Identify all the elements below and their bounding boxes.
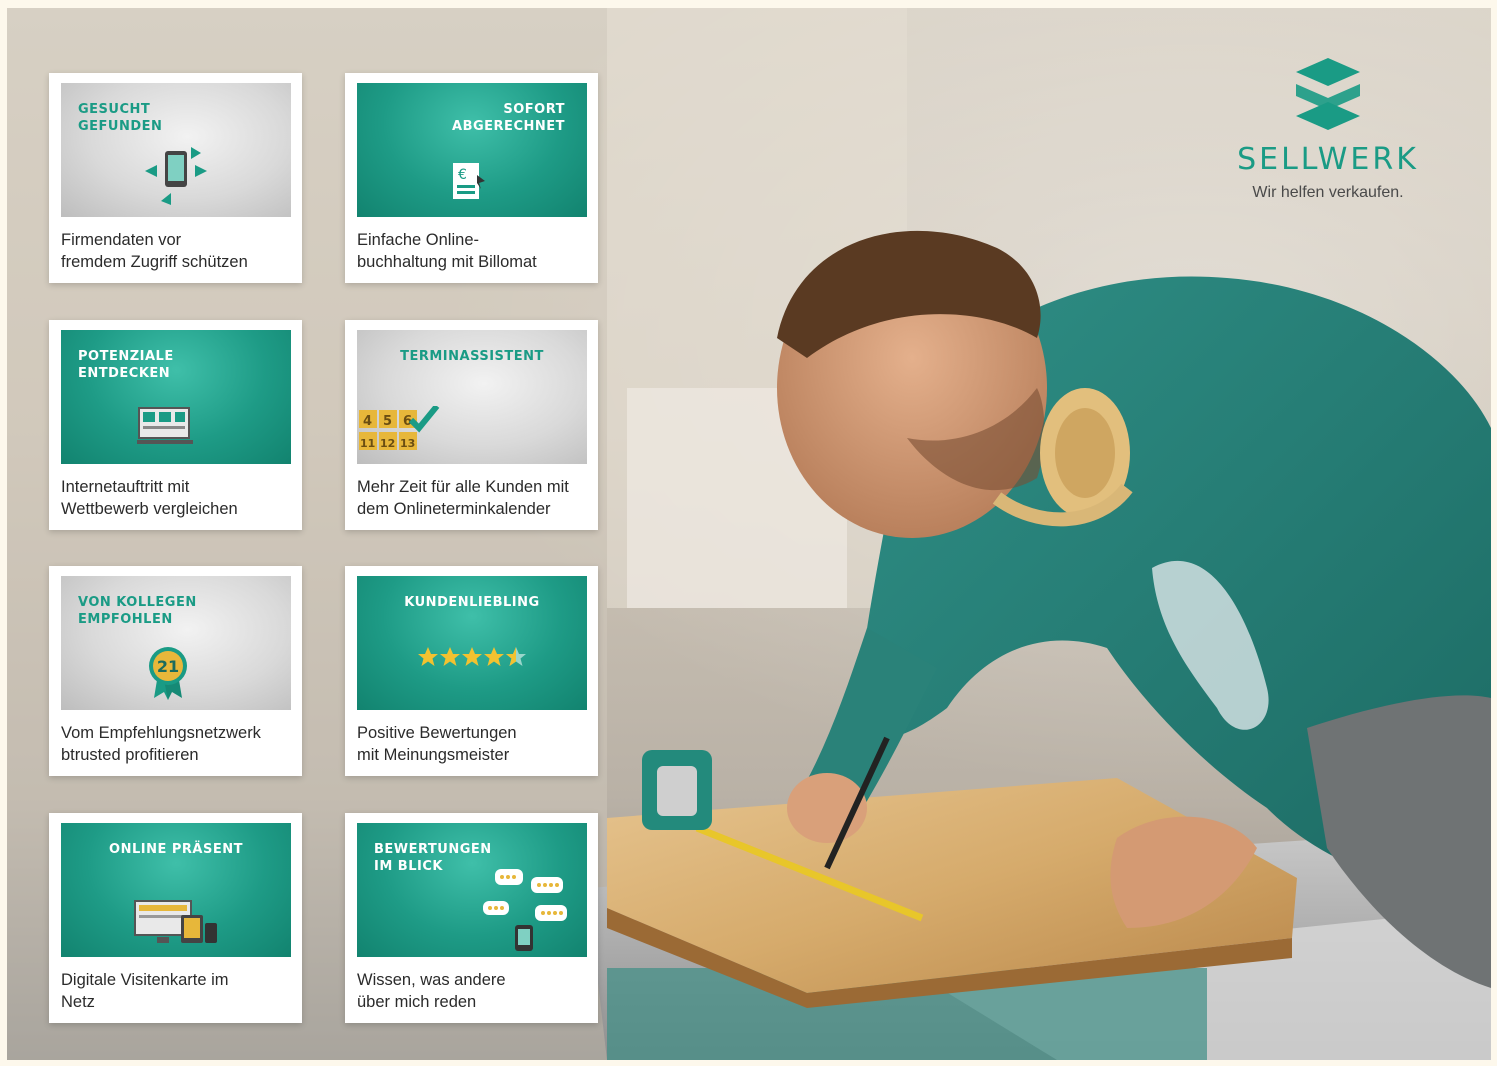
feature-title: SOFORT ABGERECHNET [452, 102, 565, 134]
feature-tile: ONLINE PRÄSENT [61, 823, 291, 957]
calendar-day: 11 [360, 437, 375, 450]
feature-card-potenziale-entdecken[interactable]: POTENZIALE ENTDECKEN Internetauftritt mi… [49, 320, 302, 530]
feature-title: ONLINE PRÄSENT [109, 842, 243, 857]
star-rating-icon [418, 647, 526, 666]
feature-card-terminassistent[interactable]: TERMINASSISTENT 4 5 6 11 12 13 Mehr Zeit… [345, 320, 598, 530]
feature-tile: VON KOLLEGEN EMPFOHLEN 21 [61, 576, 291, 710]
feature-caption: Mehr Zeit für alle Kunden mit dem Online… [357, 478, 569, 518]
feature-card-kundenliebling[interactable]: KUNDENLIEBLING Positive Bewertungen mit … [345, 566, 598, 776]
svg-text:€: € [458, 167, 467, 183]
review-bubbles-icon [483, 869, 567, 951]
brand-name: SELLWERK [1237, 142, 1419, 177]
euro-invoice-icon: € [453, 163, 485, 199]
feature-title: VON KOLLEGEN EMPFOHLEN [78, 595, 197, 627]
brand-tagline: Wir helfen verkaufen. [1252, 184, 1404, 201]
smartphone-arrows-icon [145, 147, 207, 205]
feature-caption: Firmendaten vor fremdem Zugriff schützen [61, 231, 248, 271]
feature-caption: Positive Bewertungen mit Meinungsmeister [357, 724, 517, 764]
feature-card-von-kollegen-empfohlen[interactable]: VON KOLLEGEN EMPFOHLEN 21 Vom Empfehlung… [49, 566, 302, 776]
feature-tile: SOFORT ABGERECHNET € [357, 83, 587, 217]
calendar-check-icon: 4 5 6 11 12 13 [359, 406, 440, 450]
feature-tile: GESUCHT GEFUNDEN [61, 83, 291, 217]
feature-title: POTENZIALE ENTDECKEN [78, 349, 174, 381]
feature-tile: KUNDENLIEBLING [357, 576, 587, 710]
feature-caption: Internetauftritt mit Wettbewerb vergleic… [61, 478, 238, 518]
calendar-day: 12 [380, 437, 395, 450]
feature-title: KUNDENLIEBLING [404, 595, 540, 610]
feature-tile: TERMINASSISTENT 4 5 6 11 12 13 [357, 330, 587, 464]
feature-card-sofort-abgerechnet[interactable]: SOFORT ABGERECHNET € Einfache Online- bu… [345, 73, 598, 283]
devices-icon [134, 900, 217, 943]
feature-card-gesucht-gefunden[interactable]: GESUCHT GEFUNDEN Firmendaten vor fremdem… [49, 73, 302, 283]
sellwerk-s-logo-icon [1296, 58, 1360, 130]
feature-card-bewertungen-im-blick[interactable]: BEWERTUNGEN IM BLICK Wissen, was andere … [345, 813, 598, 1023]
badge-number: 21 [157, 657, 179, 676]
calendar-day: 5 [383, 414, 392, 429]
feature-title: GESUCHT GEFUNDEN [78, 102, 163, 134]
advertisement-poster: SELLWERK Wir helfen verkaufen. GESUCHT G… [7, 8, 1491, 1060]
feature-title: TERMINASSISTENT [400, 349, 544, 364]
feature-card-online-praesent[interactable]: ONLINE PRÄSENT Digitale Visitenkarte im … [49, 813, 302, 1023]
sellwerk-logo[interactable]: SELLWERK Wir helfen verkaufen. [1203, 54, 1453, 214]
feature-caption: Digitale Visitenkarte im Netz [61, 971, 229, 1011]
calendar-day: 4 [363, 414, 372, 429]
website-compare-icon [137, 407, 193, 444]
feature-caption: Vom Empfehlungsnetzwerk btrusted profiti… [61, 724, 261, 764]
feature-tile: BEWERTUNGEN IM BLICK [357, 823, 587, 957]
award-badge-icon: 21 [149, 647, 187, 700]
calendar-day: 13 [400, 437, 415, 450]
feature-caption: Einfache Online- buchhaltung mit Billoma… [357, 231, 537, 271]
feature-tile: POTENZIALE ENTDECKEN [61, 330, 291, 464]
feature-caption: Wissen, was andere über mich reden [357, 971, 506, 1011]
